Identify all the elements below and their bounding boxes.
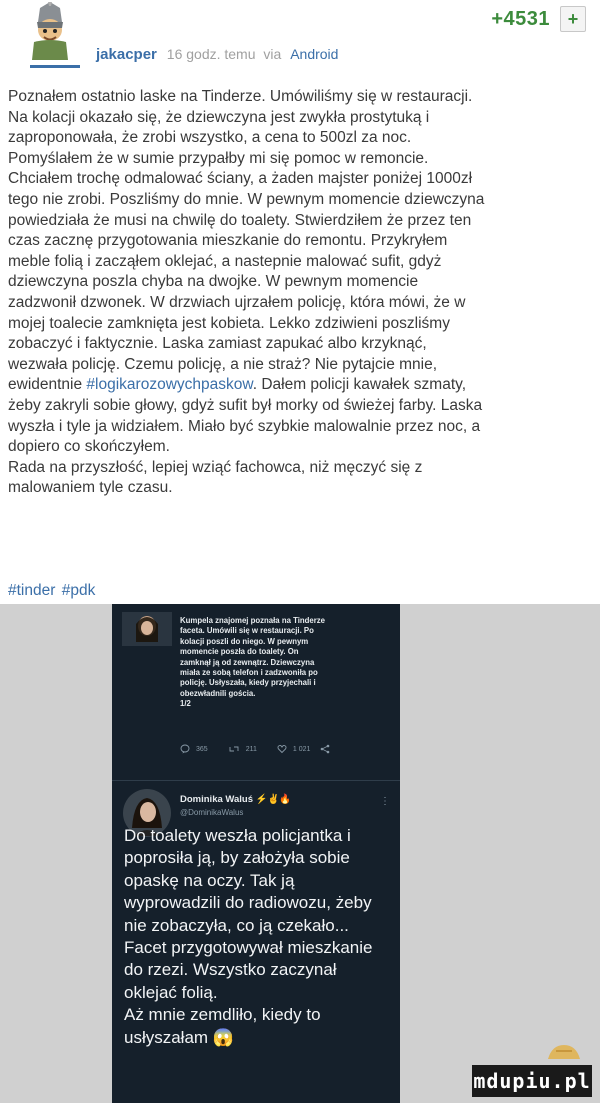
tag-tinder[interactable]: #tinder bbox=[8, 582, 55, 599]
post-time[interactable]: 16 godz. temu bbox=[167, 46, 256, 62]
author-link[interactable]: jakacper bbox=[96, 46, 157, 63]
tweet-1-actions: 365 211 1 021 bbox=[180, 744, 390, 754]
via-label: via bbox=[263, 46, 282, 62]
avatar-icon bbox=[32, 2, 68, 60]
tweet-2-name-emoji: ⚡✌🔥 bbox=[255, 794, 292, 805]
retweet-action[interactable]: 211 bbox=[228, 744, 257, 754]
share-icon[interactable] bbox=[320, 744, 330, 754]
image-side-left bbox=[0, 604, 112, 1103]
post-body: Poznałem ostatnio laske na Tinderze. Umó… bbox=[8, 87, 596, 499]
plus-button[interactable]: + bbox=[560, 6, 586, 32]
reply-action[interactable]: 365 bbox=[180, 744, 208, 754]
tag-pdk[interactable]: #pdk bbox=[62, 582, 96, 599]
tweet-2-text: Do toalety weszła policjantka i poprosił… bbox=[124, 826, 373, 1047]
vote-box: +4531 + bbox=[491, 6, 586, 32]
retweet-icon bbox=[229, 746, 239, 752]
reply-count: 365 bbox=[196, 745, 208, 753]
tweet-1: Kumpela znajomej poznała na Tinderze fac… bbox=[112, 604, 400, 774]
avatar-underline bbox=[30, 65, 80, 68]
tweet-2-name: Dominika Waluś ⚡✌🔥 bbox=[180, 794, 291, 805]
tweet-1-text: Kumpela znajomej poznała na Tinderze fac… bbox=[180, 616, 325, 709]
tweet-divider bbox=[112, 780, 400, 781]
vote-count: +4531 bbox=[491, 7, 550, 30]
reply-icon bbox=[180, 744, 190, 754]
watermark-mascot-icon bbox=[548, 1045, 580, 1059]
source-link[interactable]: Android bbox=[290, 46, 338, 62]
heart-icon bbox=[277, 744, 287, 754]
watermark: mdupiu.pl bbox=[472, 1065, 592, 1097]
tweet-2-handle: @DominikaWalus bbox=[180, 808, 244, 817]
tweet-1-avatar-icon bbox=[122, 612, 172, 646]
post-text-part2: . Dałem policji kawałek szmaty, żeby zak… bbox=[8, 376, 483, 497]
user-avatar[interactable] bbox=[22, 2, 80, 68]
like-action[interactable]: 1 021 bbox=[277, 744, 311, 754]
retweet-count: 211 bbox=[245, 745, 257, 753]
more-options-icon[interactable]: ⋮ bbox=[380, 796, 390, 807]
image-side-right bbox=[400, 604, 600, 1103]
tweet-2-name-text: Dominika Waluś bbox=[180, 794, 254, 805]
watermark-text: mdupiu.pl bbox=[473, 1069, 591, 1093]
tag-list: #tinder #pdk bbox=[8, 582, 97, 600]
hashtag-link[interactable]: #logikarozowychpaskow bbox=[86, 376, 252, 393]
post-meta: jakacper 16 godz. temu via Android bbox=[96, 46, 338, 63]
embedded-image[interactable]: Kumpela znajomej poznała na Tinderze fac… bbox=[0, 604, 600, 1103]
like-count: 1 021 bbox=[292, 745, 311, 753]
tweet-screenshot: Kumpela znajomej poznała na Tinderze fac… bbox=[112, 604, 400, 1103]
post-text-part1: Poznałem ostatnio laske na Tinderze. Umó… bbox=[8, 88, 485, 394]
